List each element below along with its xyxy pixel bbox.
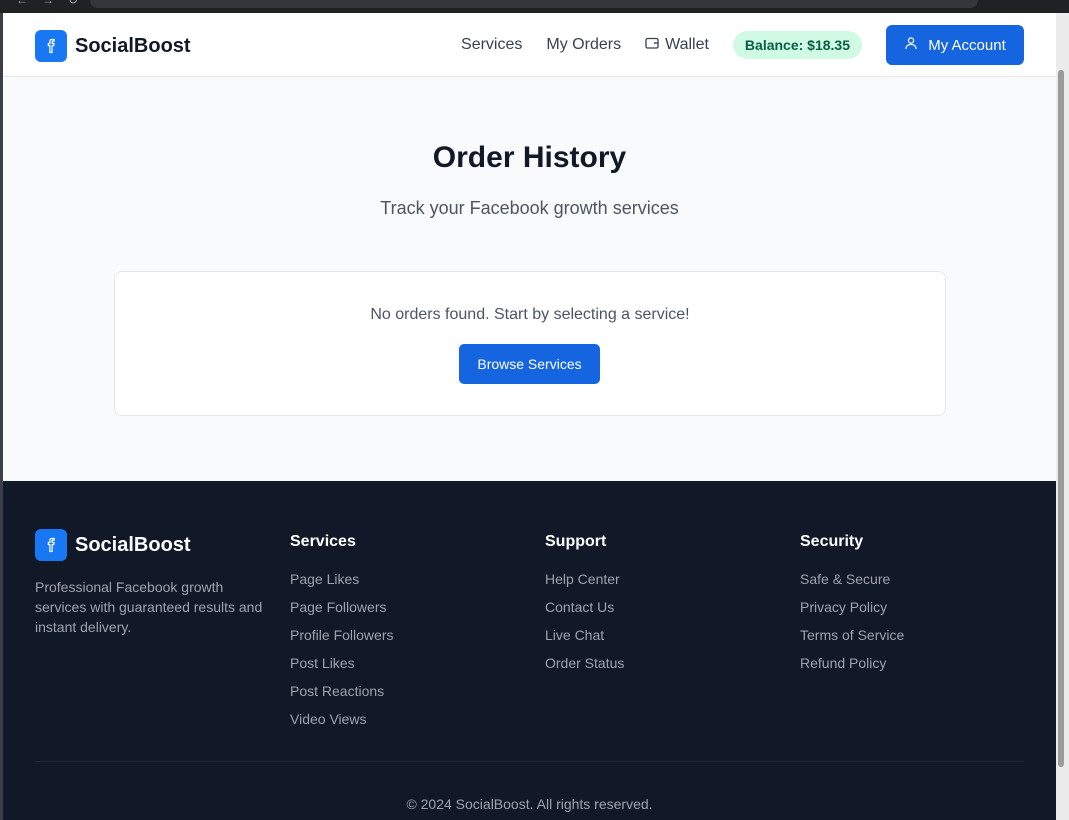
header-logo[interactable]: SocialBoost — [35, 30, 191, 62]
site-footer: SocialBoost Professional Facebook growth… — [3, 481, 1056, 820]
facebook-icon — [35, 529, 67, 561]
footer-link-help-center[interactable]: Help Center — [545, 569, 624, 597]
address-bar[interactable] — [90, 0, 978, 8]
back-icon[interactable]: ← — [16, 0, 28, 6]
scrollbar-thumb[interactable] — [1058, 70, 1064, 767]
footer-brand: SocialBoost Professional Facebook growth… — [35, 529, 265, 637]
user-icon — [904, 36, 918, 54]
empty-orders-message: No orders found. Start by selecting a se… — [370, 306, 690, 323]
site-header: SocialBoost Services My Orders Wallet Ba… — [3, 13, 1056, 77]
main-nav: Services My Orders Wallet Balance: $18.3… — [461, 25, 1024, 65]
nav-wallet[interactable]: Wallet — [645, 36, 709, 55]
footer-divider — [35, 761, 1024, 762]
footer-col-title: Services — [290, 533, 356, 550]
footer-link-post-likes[interactable]: Post Likes — [290, 653, 393, 681]
footer-link-profile-followers[interactable]: Profile Followers — [290, 625, 393, 653]
footer-logo[interactable]: SocialBoost — [35, 529, 265, 561]
page-viewport: SocialBoost Services My Orders Wallet Ba… — [3, 13, 1056, 820]
footer-col-title: Security — [800, 533, 864, 550]
footer-link-safe-secure[interactable]: Safe & Secure — [800, 569, 904, 597]
footer-link-post-reactions[interactable]: Post Reactions — [290, 681, 393, 709]
footer-col-security: Security Safe & Secure Privacy Policy Te… — [800, 533, 904, 681]
footer-link-page-likes[interactable]: Page Likes — [290, 569, 393, 597]
facebook-icon — [35, 30, 67, 62]
orders-empty-card: No orders found. Start by selecting a se… — [114, 271, 946, 416]
footer-link-terms-of-service[interactable]: Terms of Service — [800, 625, 904, 653]
nav-wallet-label: Wallet — [665, 36, 709, 53]
footer-link-page-followers[interactable]: Page Followers — [290, 597, 393, 625]
copyright-text: © 2024 SocialBoost. All rights reserved. — [406, 796, 653, 812]
nav-my-orders[interactable]: My Orders — [546, 36, 621, 54]
wallet-icon — [645, 36, 659, 55]
balance-badge: Balance: $18.35 — [732, 31, 862, 59]
page-title: Order History — [432, 141, 627, 174]
footer-link-refund-policy[interactable]: Refund Policy — [800, 653, 904, 681]
footer-link-contact-us[interactable]: Contact Us — [545, 597, 624, 625]
reload-icon[interactable]: ↻ — [68, 0, 78, 6]
brand-name: SocialBoost — [75, 34, 191, 57]
page-subtitle: Track your Facebook growth services — [380, 198, 679, 218]
browse-services-button[interactable]: Browse Services — [459, 344, 600, 384]
my-account-button[interactable]: My Account — [886, 25, 1024, 65]
my-account-label: My Account — [928, 36, 1006, 54]
footer-col-title: Support — [545, 533, 607, 550]
footer-link-order-status[interactable]: Order Status — [545, 653, 624, 681]
footer-col-support: Support Help Center Contact Us Live Chat… — [545, 533, 624, 681]
footer-link-live-chat[interactable]: Live Chat — [545, 625, 624, 653]
footer-link-video-views[interactable]: Video Views — [290, 709, 393, 737]
browser-chrome: ← → ↻ — [0, 0, 1069, 13]
nav-services[interactable]: Services — [461, 36, 522, 54]
footer-link-privacy-policy[interactable]: Privacy Policy — [800, 597, 904, 625]
forward-icon[interactable]: → — [42, 0, 54, 6]
footer-description: Professional Facebook growth services wi… — [35, 579, 263, 635]
footer-col-services: Services Page Likes Page Followers Profi… — [290, 533, 393, 737]
footer-brand-name: SocialBoost — [75, 533, 191, 556]
